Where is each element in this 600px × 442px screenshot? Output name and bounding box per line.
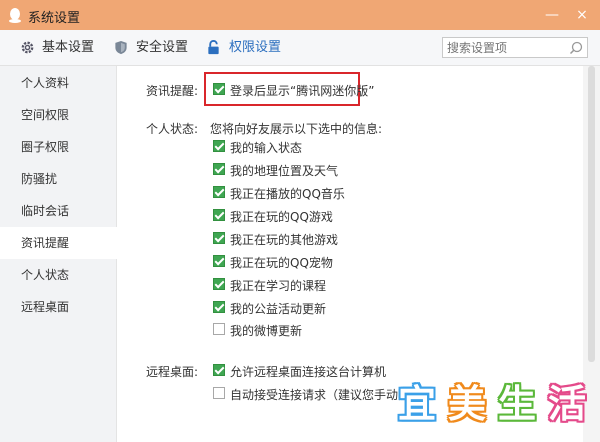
title-bar: 系统设置 — ×: [0, 0, 600, 30]
option-label: 我的输入状态: [230, 141, 303, 155]
qq-penguin-icon: [9, 8, 21, 23]
option-label: 我正在玩的其他游戏: [230, 233, 339, 247]
shield-icon: [115, 40, 127, 55]
checkbox-status-other-game[interactable]: [213, 232, 225, 244]
option-label: 自动接受连接请求（建议您手动关闭: [230, 388, 423, 402]
option-news-label: 登录后显示“腾讯网迷你版”: [230, 84, 375, 98]
option-label: 我正在玩的QQ游戏: [230, 210, 333, 224]
checkbox-status-qq-music[interactable]: [213, 186, 225, 198]
sidebar-item-temp-session[interactable]: 临时会话: [0, 195, 116, 227]
watermark-char: 宜: [397, 382, 436, 426]
checkbox-status-qq-pet[interactable]: [213, 255, 225, 267]
watermark-char: 生: [497, 382, 536, 426]
watermark-char: 活: [547, 382, 586, 426]
option-label: 我的地理位置及天气: [230, 164, 339, 178]
watermark-char: 美: [447, 382, 486, 426]
sidebar-item-personal-status[interactable]: 个人状态: [0, 259, 116, 291]
settings-toolbar: 基本设置 安全设置 权限设置: [0, 30, 600, 66]
search-input[interactable]: [447, 39, 565, 56]
scrollbar-thumb[interactable]: [588, 66, 595, 362]
minimize-button[interactable]: —: [542, 5, 562, 25]
sidebar-item-profile[interactable]: 个人资料: [0, 67, 116, 99]
lock-icon: [208, 40, 219, 55]
gear-icon: [21, 41, 34, 54]
option-label: 我正在学习的课程: [230, 279, 327, 293]
option-label: 我的公益活动更新: [230, 302, 327, 316]
watermark-logo: 宜 美 生 活: [395, 380, 595, 435]
tab-label: 基本设置: [42, 40, 95, 55]
settings-sidebar: 个人资料 空间权限 圈子权限 防骚扰 临时会话 资讯提醒 个人状态 远程桌面: [0, 66, 139, 442]
sidebar-item-space-permission[interactable]: 空间权限: [0, 99, 116, 131]
sidebar-item-anti-harassment[interactable]: 防骚扰: [0, 163, 116, 195]
remote-desktop-label: 远程桌面:: [146, 365, 199, 379]
search-icon[interactable]: [569, 41, 583, 55]
checkbox-status-typing[interactable]: [213, 140, 225, 152]
checkbox-remote-allow[interactable]: [213, 364, 225, 376]
sidebar-item-circle-permission[interactable]: 圈子权限: [0, 131, 116, 163]
option-label: 我的微博更新: [230, 324, 303, 338]
sidebar-item-news-reminder[interactable]: 资讯提醒: [0, 227, 139, 259]
option-label: 我正在玩的QQ宠物: [230, 256, 333, 270]
checkbox-status-course[interactable]: [213, 278, 225, 290]
search-box[interactable]: [442, 37, 588, 58]
checkbox-news[interactable]: [213, 83, 225, 95]
news-reminder-label: 资讯提醒:: [146, 84, 199, 98]
tab-label: 权限设置: [229, 40, 282, 55]
option-label: 允许远程桌面连接这台计算机: [230, 365, 387, 379]
tab-label: 安全设置: [136, 40, 189, 55]
checkbox-status-charity[interactable]: [213, 301, 225, 313]
close-button[interactable]: ×: [572, 5, 592, 25]
personal-status-desc: 您将向好友展示以下选中的信息:: [210, 122, 383, 136]
checkbox-status-location[interactable]: [213, 163, 225, 175]
option-label: 我正在播放的QQ音乐: [230, 187, 345, 201]
checkbox-remote-auto-accept[interactable]: [213, 387, 225, 399]
window-title: 系统设置: [28, 11, 81, 26]
personal-status-label: 个人状态:: [146, 122, 199, 136]
sidebar-item-remote-desktop[interactable]: 远程桌面: [0, 291, 116, 323]
checkbox-status-weibo[interactable]: [213, 323, 225, 335]
checkbox-status-qq-game[interactable]: [213, 209, 225, 221]
